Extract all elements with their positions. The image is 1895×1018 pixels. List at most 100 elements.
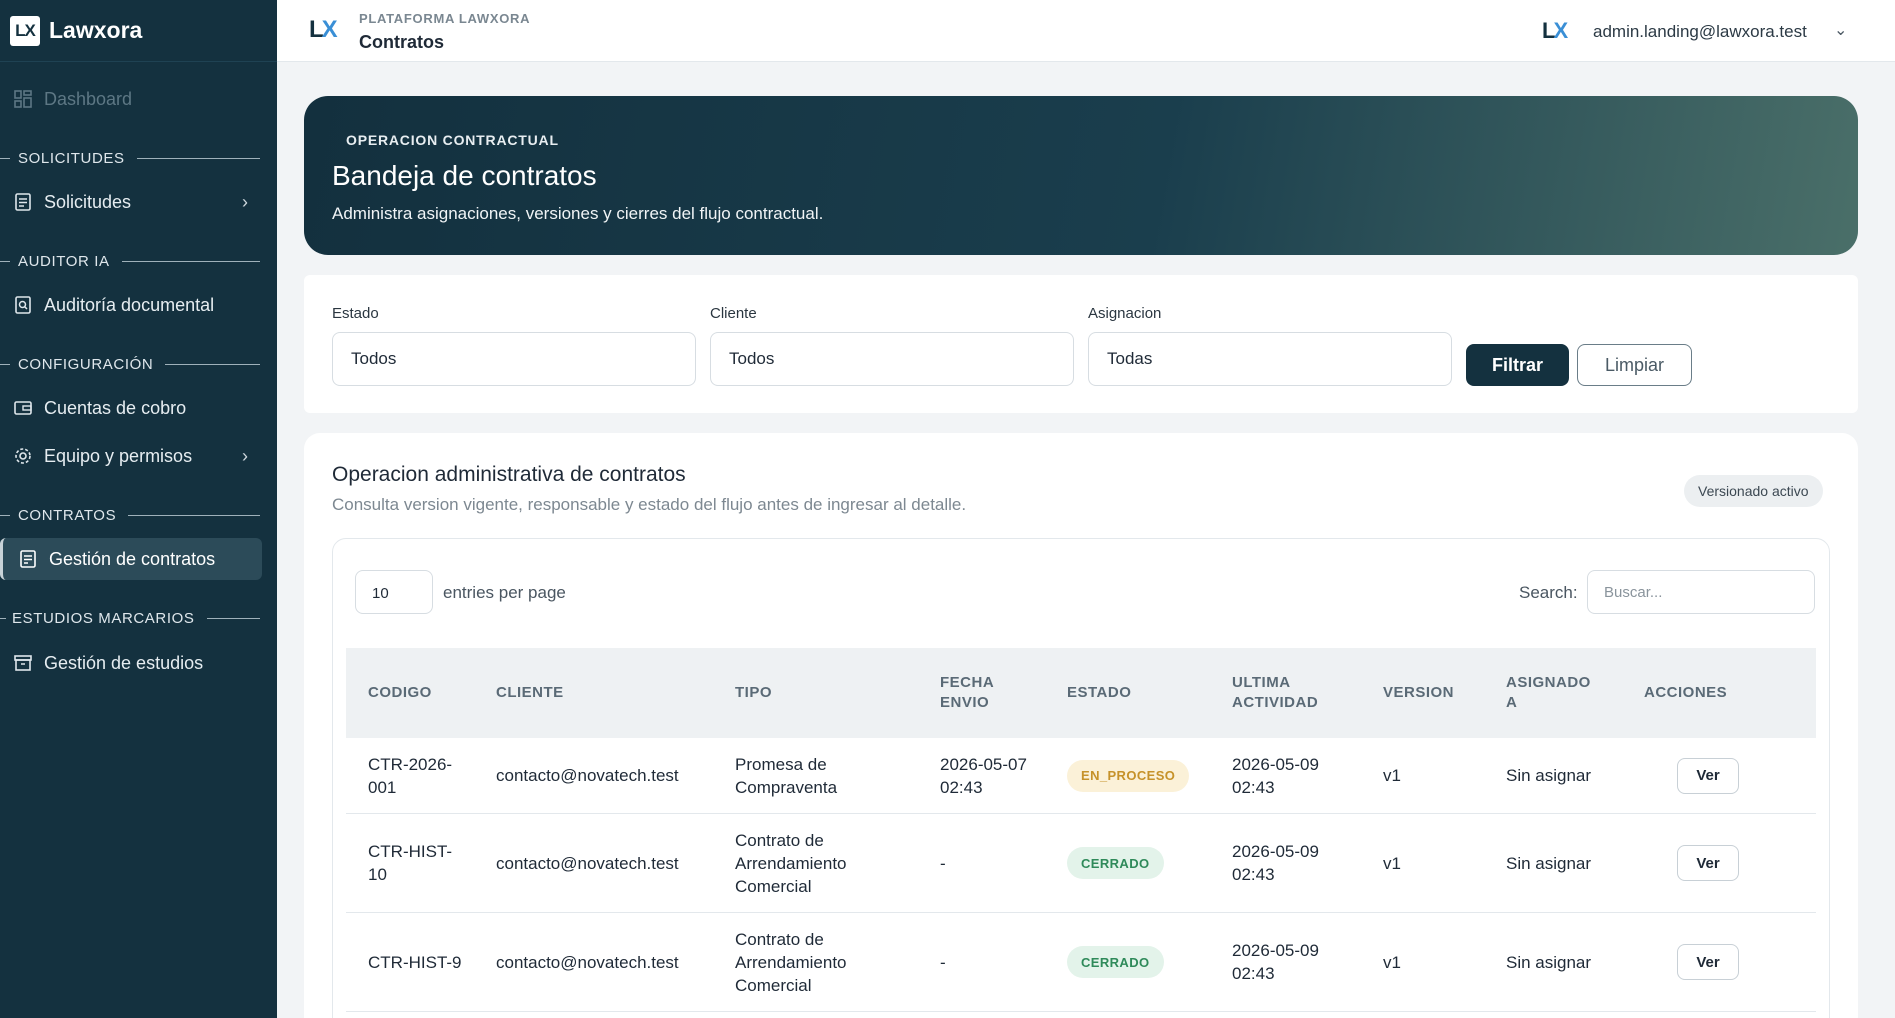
chevron-right-icon: › [242, 445, 248, 466]
sidebar-item-label: Cuentas de cobro [44, 397, 187, 418]
cell-cliente: contacto@novatech.test [496, 766, 679, 785]
brand-logo: LX [10, 15, 40, 46]
view-button[interactable]: Ver [1677, 757, 1739, 794]
th-acciones: ACCIONES [1644, 684, 1728, 701]
cell-asignado: Sin asignar [1506, 853, 1592, 873]
cliente-select[interactable]: Todos [710, 332, 1074, 386]
status-badge: CERRADO [1067, 847, 1164, 879]
card-subtitle: Consulta version vigente, responsable y … [332, 495, 967, 514]
estado-label: Estado [332, 305, 379, 322]
th-ultima[interactable]: ULTIMA ACTIVIDAD [1232, 648, 1332, 738]
cell-acciones: Ver [1677, 814, 1747, 912]
section-label: ESTUDIOS MARCARIOS [12, 610, 195, 627]
sidebar-item-solicitudes[interactable]: Solicitudes › [12, 181, 262, 223]
filter-button[interactable]: Filtrar [1466, 344, 1569, 386]
th-estado[interactable]: ESTADO [1067, 648, 1187, 738]
cell-ultima: 2026-05-09 02:43 [1232, 754, 1319, 797]
sidebar-item-label: Gestión de contratos [49, 548, 216, 569]
table-row: CTR-HIST-10 contacto@novatech.test Contr… [346, 814, 1816, 913]
cell-ultima: 2026-05-09 02:43 [1232, 941, 1319, 983]
cell-estado: CERRADO [1067, 814, 1227, 912]
section-auditor: AUDITOR IA [0, 253, 260, 270]
search-input[interactable] [1587, 570, 1815, 614]
section-configuracion: CONFIGURACIÓN [0, 356, 260, 373]
hero-banner: OPERACION CONTRACTUAL Bandeja de contrat… [304, 96, 1858, 255]
cell-asignado: Sin asignar [1506, 952, 1592, 972]
table-header: CODIGO CLIENTE TIPO FECHA ENVIO ESTADO U… [346, 648, 1816, 738]
cell-fecha: 2026-05-07 02:43 [940, 754, 1027, 797]
status-badge: CERRADO [1067, 946, 1164, 978]
cell-codigo: CTR-2026-001 [368, 754, 453, 797]
wallet-icon [12, 397, 34, 419]
hero-title: Bandeja de contratos [332, 160, 597, 191]
archive-icon [12, 652, 34, 674]
cell-estado: EN_PROCESO [1067, 738, 1227, 813]
view-button[interactable]: Ver [1677, 944, 1739, 980]
th-codigo[interactable]: CODIGO [368, 648, 478, 738]
user-email[interactable]: admin.landing@lawxora.test [1593, 22, 1807, 42]
sidebar: LX Lawxora Dashboard SOLICITUDES Solicit… [0, 0, 277, 1018]
cell-fecha: - [940, 853, 946, 873]
entries-label: entries per page [443, 583, 566, 602]
sidebar-item-contratos[interactable]: Gestión de contratos [0, 538, 262, 580]
th-fecha[interactable]: FECHA ENVIO [940, 648, 1030, 738]
search-label: Search: [1519, 583, 1578, 602]
cell-tipo: Contrato de Arrendamiento Comercial [735, 929, 847, 995]
brand[interactable]: LX Lawxora [0, 0, 277, 62]
card-title: Operacion administrativa de contratos [332, 463, 686, 486]
cell-version: v1 [1383, 853, 1401, 873]
chevron-right-icon: › [242, 191, 248, 212]
sidebar-item-estudios[interactable]: Gestión de estudios [12, 642, 262, 684]
cell-version: v1 [1383, 952, 1401, 972]
sidebar-item-dashboard[interactable]: Dashboard [12, 78, 262, 120]
th-version[interactable]: VERSION [1383, 648, 1473, 738]
filters-panel: Estado Todos Cliente Todos Asignacion To… [304, 275, 1858, 413]
cell-acciones: Ver [1677, 738, 1747, 813]
cell-tipo: Contrato de Arrendamiento Comercial [735, 830, 847, 896]
cell-cliente: contacto@novatech.test [496, 952, 679, 972]
asignacion-label: Asignacion [1088, 305, 1162, 322]
cliente-label: Cliente [710, 305, 757, 322]
th-cliente[interactable]: CLIENTE [496, 648, 696, 738]
asignacion-select[interactable]: Todas [1088, 332, 1452, 386]
breadcrumb: PLATAFORMA LAWXORA [359, 11, 531, 26]
chevron-down-icon[interactable]: ⌄ [1834, 20, 1847, 40]
section-label: AUDITOR IA [18, 253, 110, 270]
cell-estado: CERRADO [1067, 913, 1227, 1011]
gear-icon [12, 445, 34, 467]
section-label: CONTRATOS [18, 507, 117, 524]
table-row: CTR-2026-001 contacto@novatech.test Prom… [346, 738, 1816, 814]
cell-asignado: Sin asignar [1506, 766, 1592, 785]
section-estudios: ESTUDIOS MARCARIOS [0, 610, 260, 627]
hero-subtitle: Administra asignaciones, versiones y cie… [332, 204, 824, 223]
table-row: CTR-HIST-9 contacto@novatech.test Contra… [346, 913, 1816, 1012]
sidebar-item-label: Auditoría documental [44, 294, 215, 315]
sidebar-item-label: Dashboard [44, 88, 133, 109]
contract-icon [17, 548, 39, 570]
hero-kicker: OPERACION CONTRACTUAL [346, 132, 559, 148]
sidebar-item-equipo[interactable]: Equipo y permisos › [12, 435, 262, 477]
page-title: Contratos [359, 32, 444, 52]
user-avatar[interactable]: LX [1542, 18, 1568, 44]
section-contratos: CONTRATOS [0, 507, 260, 524]
section-label: SOLICITUDES [18, 150, 125, 167]
sidebar-item-label: Equipo y permisos [44, 445, 193, 466]
estado-select[interactable]: Todos [332, 332, 696, 386]
sidebar-item-auditoria[interactable]: Auditoría documental [12, 284, 262, 326]
clear-button[interactable]: Limpiar [1577, 344, 1692, 386]
th-asignado[interactable]: ASIGNADO A [1506, 648, 1606, 738]
sidebar-item-cuentas[interactable]: Cuentas de cobro [12, 387, 262, 429]
search-document-icon [12, 294, 34, 316]
topbar: LX PLATAFORMA LAWXORA Contratos LX admin… [277, 0, 1895, 62]
versioning-badge: Versionado activo [1684, 475, 1823, 507]
app-logo: LX [309, 16, 338, 43]
cell-tipo: Promesa de Compraventa [735, 754, 838, 797]
cell-fecha: - [940, 952, 946, 972]
cell-acciones: Ver [1677, 913, 1747, 1011]
th-tipo[interactable]: TIPO [735, 648, 905, 738]
entries-per-page-select[interactable]: 10 [355, 570, 433, 614]
view-button[interactable]: Ver [1677, 845, 1739, 881]
section-label: CONFIGURACIÓN [18, 356, 154, 373]
sidebar-item-label: Gestión de estudios [44, 652, 204, 673]
brand-name: Lawxora [49, 17, 143, 43]
